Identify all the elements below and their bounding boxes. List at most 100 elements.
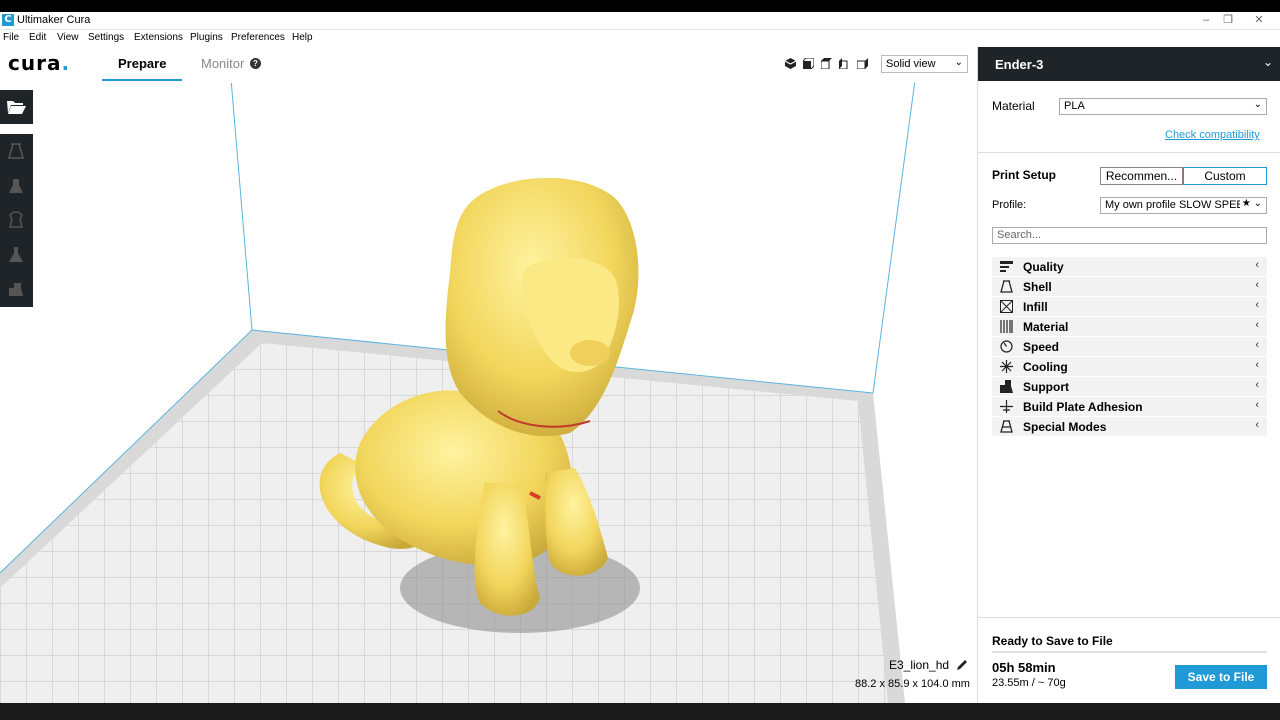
category-shell[interactable]: Shell ‹	[992, 277, 1267, 296]
chevron-down-icon: ⌄	[1262, 55, 1273, 69]
material-select[interactable]: PLA ⌄	[1059, 98, 1267, 115]
menu-settings[interactable]: Settings	[88, 32, 124, 43]
settings-panel: Ender-3 ⌄ Material PLA ⌄ Check compatibi…	[977, 47, 1280, 703]
tab-prepare[interactable]: Prepare	[118, 56, 166, 71]
menu-plugins[interactable]: Plugins	[190, 32, 223, 43]
category-speed[interactable]: Speed ‹	[992, 337, 1267, 356]
chevron-left-icon: ‹	[1255, 399, 1259, 411]
chevron-left-icon: ‹	[1255, 339, 1259, 351]
category-quality[interactable]: Quality ‹	[992, 257, 1267, 276]
close-icon[interactable]: ✕	[1248, 12, 1270, 28]
category-infill[interactable]: Infill ‹	[992, 297, 1267, 316]
chevron-left-icon: ‹	[1255, 279, 1259, 291]
material-value: PLA	[1064, 100, 1085, 112]
object-dimensions: 88.2 x 85.9 x 104.0 mm	[855, 678, 970, 690]
menu-view[interactable]: View	[57, 32, 79, 43]
chevron-left-icon: ‹	[1255, 299, 1259, 311]
category-label: Build Plate Adhesion	[1023, 400, 1143, 414]
chevron-left-icon: ‹	[1255, 419, 1259, 431]
category-label: Infill	[1023, 300, 1048, 314]
build-volume-scene	[0, 42, 921, 703]
save-area: Ready to Save to File 05h 58min 23.55m /…	[978, 617, 1280, 703]
category-cooling[interactable]: Cooling ‹	[992, 357, 1267, 376]
ready-status: Ready to Save to File	[992, 634, 1113, 648]
profile-select[interactable]: My own profile SLOW SPEED ★ ⌄	[1100, 197, 1267, 214]
screen-top-bar	[0, 0, 1280, 12]
category-label: Speed	[1023, 340, 1060, 354]
support-icon	[1000, 380, 1013, 393]
speed-icon	[1000, 340, 1013, 353]
object-name[interactable]: E3_lion_hd	[889, 658, 949, 672]
category-label: Cooling	[1023, 360, 1068, 374]
folder-open-icon	[7, 101, 26, 114]
window-title: Ultimaker Cura	[17, 14, 91, 26]
category-label: Quality	[1023, 260, 1064, 274]
category-support[interactable]: Support ‹	[992, 377, 1267, 396]
3d-viewport[interactable]	[0, 42, 977, 703]
right-view-icon[interactable]	[857, 58, 868, 69]
rotate-icon[interactable]	[7, 211, 25, 229]
infill-icon	[1000, 300, 1013, 313]
menu-help[interactable]: Help	[292, 32, 313, 43]
volume-edge-left	[227, 42, 253, 331]
top-view-icon[interactable]	[821, 58, 832, 69]
menu-edit[interactable]: Edit	[29, 32, 46, 43]
chevron-left-icon: ‹	[1255, 379, 1259, 391]
chevron-down-icon: ★ ⌄	[1239, 198, 1262, 209]
scale-icon[interactable]	[7, 177, 25, 195]
volume-edge-right	[872, 42, 921, 394]
print-setup-label: Print Setup	[992, 168, 1057, 182]
divider	[978, 152, 1280, 153]
cura-window: C Ultimaker Cura – ❐ ✕ File Edit View Se…	[0, 0, 1280, 720]
stage-header: cura. Prepare Monitor ? Solid view ⌄	[0, 47, 977, 83]
profile-value: My own profile SLOW SPEED	[1105, 199, 1252, 211]
material-icon	[1000, 320, 1013, 333]
title-bar: C Ultimaker Cura – ❐ ✕	[0, 12, 1280, 30]
move-icon[interactable]	[7, 142, 25, 160]
category-label: Shell	[1023, 280, 1052, 294]
menu-file[interactable]: File	[3, 32, 19, 43]
printer-selector[interactable]: Ender-3 ⌄	[978, 47, 1280, 81]
save-to-file-button[interactable]: Save to File	[1175, 665, 1267, 689]
chevron-left-icon: ‹	[1255, 259, 1259, 271]
printer-name: Ender-3	[995, 57, 1044, 72]
category-label: Special Modes	[1023, 420, 1107, 434]
category-label: Support	[1023, 380, 1069, 394]
help-icon[interactable]: ?	[250, 58, 261, 69]
left-view-icon[interactable]	[839, 58, 850, 69]
shell-icon	[1000, 280, 1013, 293]
settings-search-input[interactable]: Search...	[992, 227, 1267, 244]
quality-icon	[1000, 261, 1013, 272]
print-time: 05h 58min	[992, 660, 1056, 675]
tab-monitor[interactable]: Monitor	[201, 56, 244, 71]
chevron-down-icon: ⌄	[954, 57, 963, 68]
minimize-icon[interactable]: –	[1195, 12, 1217, 28]
material-label: Material	[992, 99, 1035, 113]
view-mode-value: Solid view	[886, 58, 936, 70]
pencil-icon[interactable]	[956, 659, 968, 671]
custom-mode-button[interactable]: Custom	[1183, 167, 1267, 185]
category-build-plate-adhesion[interactable]: Build Plate Adhesion ‹	[992, 397, 1267, 416]
category-material[interactable]: Material ‹	[992, 317, 1267, 336]
view-mode-select[interactable]: Solid view ⌄	[881, 55, 968, 73]
open-file-button[interactable]	[0, 90, 33, 124]
check-compatibility-link[interactable]: Check compatibility	[1165, 129, 1260, 141]
3d-view-icon[interactable]	[785, 58, 796, 69]
per-model-settings-icon[interactable]	[7, 280, 25, 298]
menu-preferences[interactable]: Preferences	[231, 32, 285, 43]
cura-app-icon: C	[2, 14, 14, 26]
restore-icon[interactable]: ❐	[1217, 12, 1239, 28]
tool-panel	[0, 134, 33, 307]
mirror-icon[interactable]	[7, 246, 25, 264]
menu-extensions[interactable]: Extensions	[134, 32, 183, 43]
adhesion-icon	[1000, 400, 1013, 413]
menu-bar: File Edit View Settings Extensions Plugi…	[0, 31, 1280, 47]
special-modes-icon	[1000, 420, 1013, 433]
chevron-left-icon: ‹	[1255, 359, 1259, 371]
cura-logo: cura.	[8, 51, 71, 75]
front-view-icon[interactable]	[803, 58, 814, 69]
chevron-left-icon: ‹	[1255, 319, 1259, 331]
cooling-icon	[1000, 360, 1013, 373]
recommended-mode-button[interactable]: Recommen...	[1100, 167, 1183, 185]
category-special-modes[interactable]: Special Modes ‹	[992, 417, 1267, 436]
